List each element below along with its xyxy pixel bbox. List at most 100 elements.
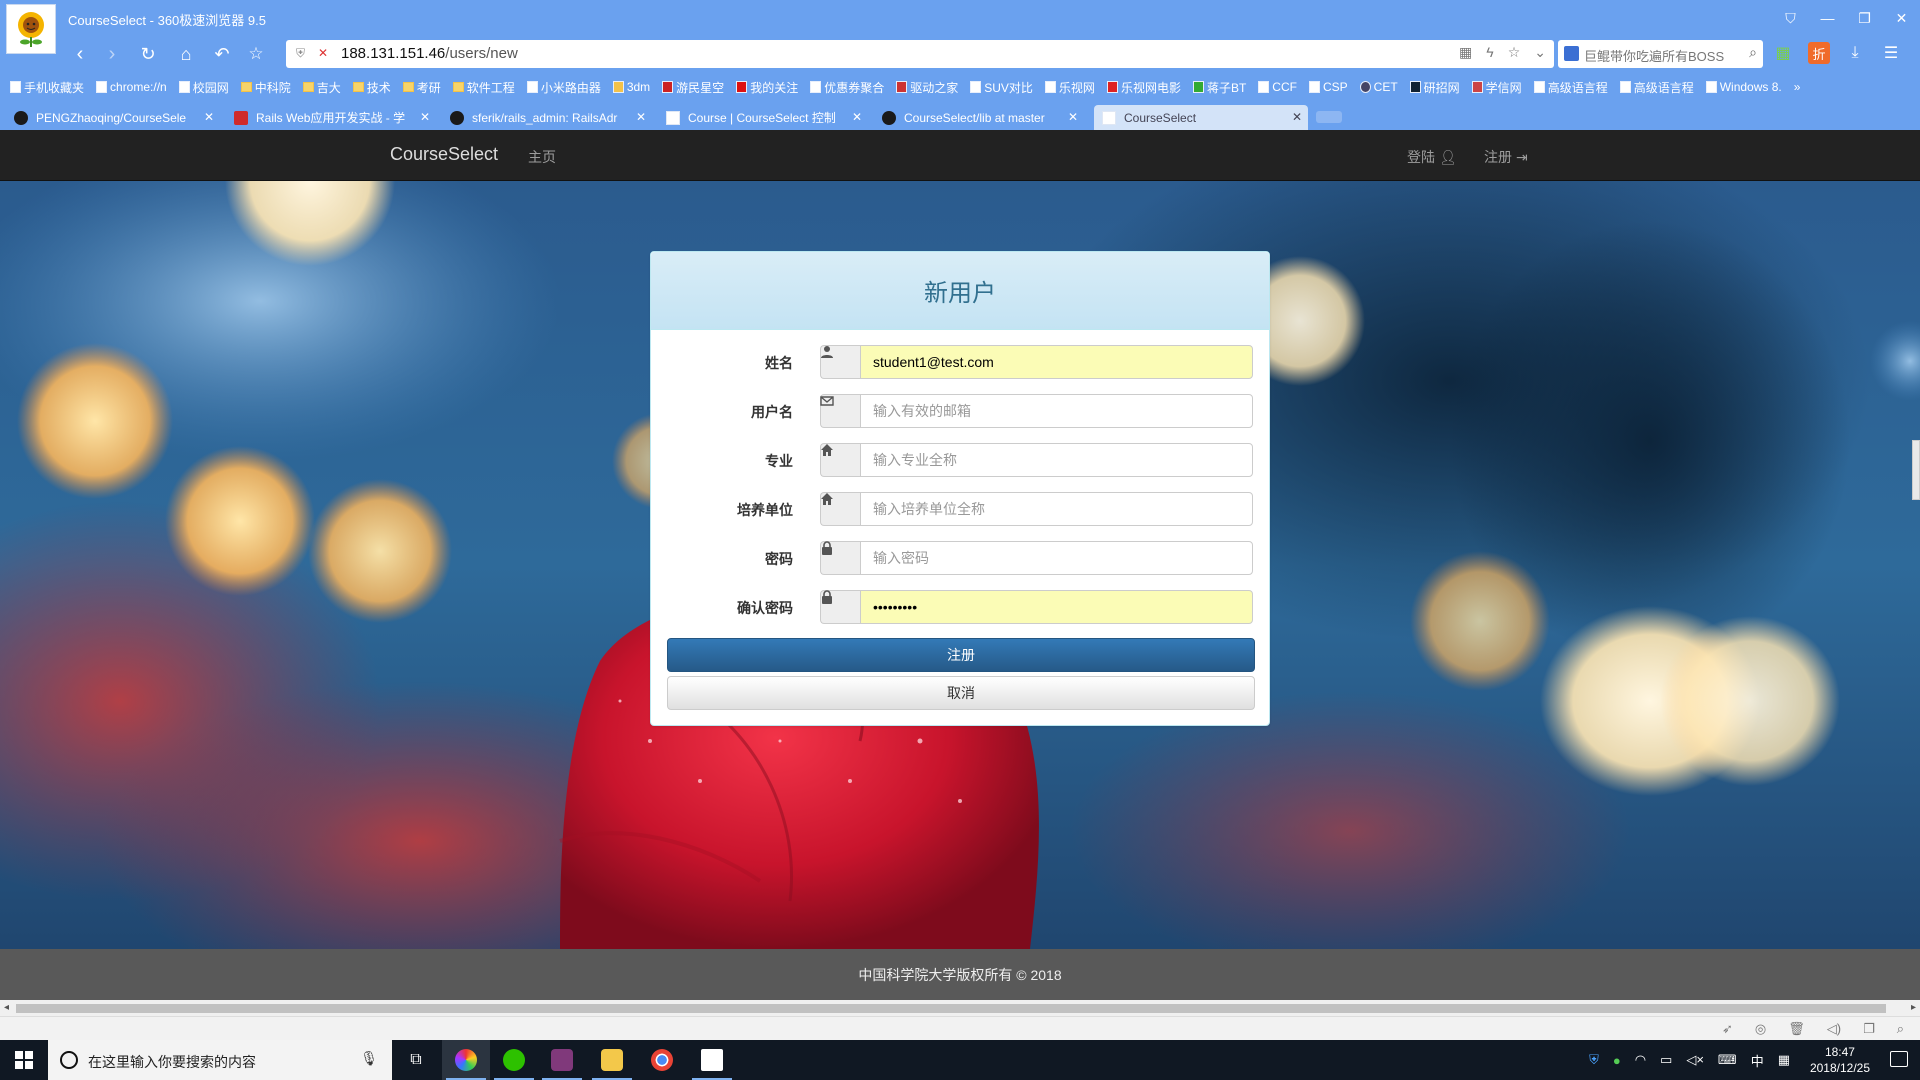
- download-icon[interactable]: ⤓: [1844, 42, 1866, 64]
- tab-github-courseselect[interactable]: PENGZhaoqing/CourseSele ✕: [6, 105, 220, 130]
- close-window-button[interactable]: ✕: [1883, 0, 1920, 36]
- bookmark-folder[interactable]: 中科院: [240, 79, 291, 96]
- major-input[interactable]: [860, 443, 1253, 477]
- task-view-button[interactable]: ⧉: [392, 1040, 440, 1080]
- keyboard-icon[interactable]: ⌨: [1718, 1052, 1737, 1068]
- apps-grid-icon[interactable]: ▦: [1772, 42, 1794, 64]
- url-text[interactable]: 188.131.151.46/users/new: [341, 45, 518, 62]
- trash-icon[interactable]: 🗑︎: [1788, 1021, 1805, 1037]
- window-icon[interactable]: ❐: [1863, 1021, 1875, 1037]
- bookmark-item[interactable]: 手机收藏夹: [10, 79, 84, 96]
- close-tab-icon[interactable]: ✕: [420, 110, 430, 124]
- menu-icon[interactable]: ☰: [1880, 42, 1902, 64]
- bookmark-item[interactable]: chrome://n: [96, 80, 167, 94]
- nav-register-link[interactable]: 注册 ⇥: [1484, 147, 1528, 167]
- nav-home-link[interactable]: 主页: [528, 147, 556, 167]
- browser-logo-icon[interactable]: [6, 4, 56, 54]
- microphone-icon[interactable]: 🎙︎: [360, 1050, 378, 1067]
- wechat-tray-icon[interactable]: ●: [1613, 1053, 1621, 1068]
- bookmark-item[interactable]: 高级语言程: [1619, 79, 1694, 96]
- start-button[interactable]: [0, 1040, 48, 1080]
- bookmark-item[interactable]: 乐视网电影: [1106, 79, 1181, 96]
- wifi-icon[interactable]: ◠: [1635, 1052, 1646, 1068]
- bookmark-item[interactable]: 学信网: [1471, 79, 1522, 96]
- bookmark-item[interactable]: 3dm: [612, 80, 650, 94]
- bookmark-item[interactable]: CCF: [1258, 80, 1297, 94]
- search-icon[interactable]: ⌕: [1749, 44, 1757, 61]
- taskbar-app-wechat[interactable]: [490, 1040, 538, 1080]
- zoom-icon[interactable]: ⌕: [1897, 1021, 1904, 1037]
- tab-rails-admin[interactable]: sferik/rails_admin: RailsAdr ✕: [442, 105, 652, 130]
- bookmark-item[interactable]: 小米路由器: [526, 79, 601, 96]
- search-box[interactable]: 巨鲲带你吃遍所有BOSS ⌕: [1558, 40, 1763, 68]
- bookmark-folder[interactable]: 考研: [402, 79, 441, 96]
- close-tab-icon[interactable]: ✕: [1292, 110, 1302, 124]
- bookmark-item[interactable]: 研招网: [1409, 79, 1460, 96]
- system-clock[interactable]: 18:47 2018/12/25: [1810, 1044, 1870, 1076]
- bookmark-item[interactable]: 游民星空: [662, 79, 724, 96]
- undo-close-icon[interactable]: ↶: [208, 42, 236, 66]
- bookmark-item[interactable]: 校园网: [178, 79, 229, 96]
- chevron-down-icon[interactable]: ⌄: [1534, 44, 1546, 61]
- taskbar-app-onenote[interactable]: [538, 1040, 586, 1080]
- battery-icon[interactable]: ▭: [1660, 1052, 1672, 1068]
- bookmark-item[interactable]: 驱动之家: [896, 79, 958, 96]
- ime-indicator[interactable]: 中: [1751, 1051, 1764, 1070]
- forward-icon[interactable]: ›: [98, 42, 126, 66]
- defender-icon[interactable]: ⛨: [1589, 1052, 1599, 1068]
- taskbar-search[interactable]: 在这里输入你要搜索的内容 🎙︎: [48, 1040, 392, 1080]
- bookmark-folder[interactable]: 软件工程: [452, 79, 515, 96]
- close-tab-icon[interactable]: ✕: [204, 110, 214, 124]
- bookmark-item[interactable]: 高级语言程: [1533, 79, 1608, 96]
- favorite-star-icon[interactable]: ☆: [242, 42, 270, 66]
- taskbar-app-explorer[interactable]: [588, 1040, 636, 1080]
- tab-course-console[interactable]: Course | CourseSelect 控制 ✕: [658, 105, 868, 130]
- bookmark-item[interactable]: 优惠券聚合: [810, 79, 884, 96]
- bookmark-folder[interactable]: 技术: [352, 79, 391, 96]
- name-input[interactable]: [860, 345, 1253, 379]
- taskbar-app-browser[interactable]: [442, 1040, 490, 1080]
- volume-muted-icon[interactable]: ◁×: [1686, 1052, 1704, 1068]
- close-tab-icon[interactable]: ✕: [852, 110, 862, 124]
- speed-icon[interactable]: ◎: [1755, 1021, 1766, 1037]
- bookmark-item[interactable]: Windows 8.: [1705, 80, 1782, 94]
- register-button[interactable]: 注册: [667, 638, 1255, 672]
- qr-code-icon[interactable]: ▦: [1459, 44, 1472, 61]
- skin-icon[interactable]: ⛉: [1772, 0, 1809, 36]
- tab-courseselect-active[interactable]: CourseSelect ✕: [1094, 105, 1308, 130]
- horizontal-scrollbar[interactable]: ◂ ▸: [0, 1000, 1920, 1016]
- bookmark-item[interactable]: SUV对比: [970, 79, 1033, 96]
- scroll-left-icon[interactable]: ◂: [4, 1002, 9, 1013]
- scroll-right-icon[interactable]: ▸: [1911, 1002, 1916, 1013]
- ime-grid-icon[interactable]: ▦: [1778, 1052, 1790, 1068]
- bookmark-item[interactable]: CET: [1359, 80, 1398, 94]
- discount-icon[interactable]: 折: [1808, 42, 1830, 64]
- taskbar-app-chrome[interactable]: [638, 1040, 686, 1080]
- insecure-icon[interactable]: ✕: [318, 46, 328, 60]
- notification-icon[interactable]: [1890, 1051, 1908, 1067]
- confirm-password-input[interactable]: [860, 590, 1253, 624]
- tab-courseselect-lib[interactable]: CourseSelect/lib at master ✕: [874, 105, 1084, 130]
- department-input[interactable]: [860, 492, 1253, 526]
- more-bookmarks-icon[interactable]: »: [1794, 80, 1801, 94]
- bookmark-item[interactable]: 蒋子BT: [1192, 79, 1246, 96]
- bookmark-star-icon[interactable]: ☆: [1508, 44, 1521, 61]
- reload-icon[interactable]: ↻: [134, 42, 162, 66]
- rocket-icon[interactable]: ➶: [1722, 1021, 1733, 1037]
- username-input[interactable]: [860, 394, 1253, 428]
- tab-rails-book[interactable]: Rails Web应用开发实战 - 学 ✕: [226, 105, 436, 130]
- search-engine-icon[interactable]: [1564, 46, 1579, 61]
- bookmark-item[interactable]: CSP: [1308, 80, 1348, 94]
- lightning-icon[interactable]: ϟ: [1486, 44, 1493, 61]
- cancel-button[interactable]: 取消: [667, 676, 1255, 710]
- address-bar[interactable]: ⛨ ✕ 188.131.151.46/users/new ▦ ϟ ☆ ⌄: [286, 40, 1554, 68]
- site-brand[interactable]: CourseSelect: [390, 144, 498, 165]
- nav-login-link[interactable]: 登陆 👤︎: [1407, 147, 1457, 167]
- sound-icon[interactable]: ◁): [1827, 1021, 1841, 1037]
- taskbar-app-photos[interactable]: [688, 1040, 736, 1080]
- bookmark-item[interactable]: 我的关注: [736, 79, 798, 96]
- home-icon[interactable]: ⌂: [172, 42, 200, 66]
- side-scroll-handle[interactable]: [1912, 440, 1920, 500]
- new-tab-button[interactable]: [1316, 111, 1342, 123]
- password-input[interactable]: [860, 541, 1253, 575]
